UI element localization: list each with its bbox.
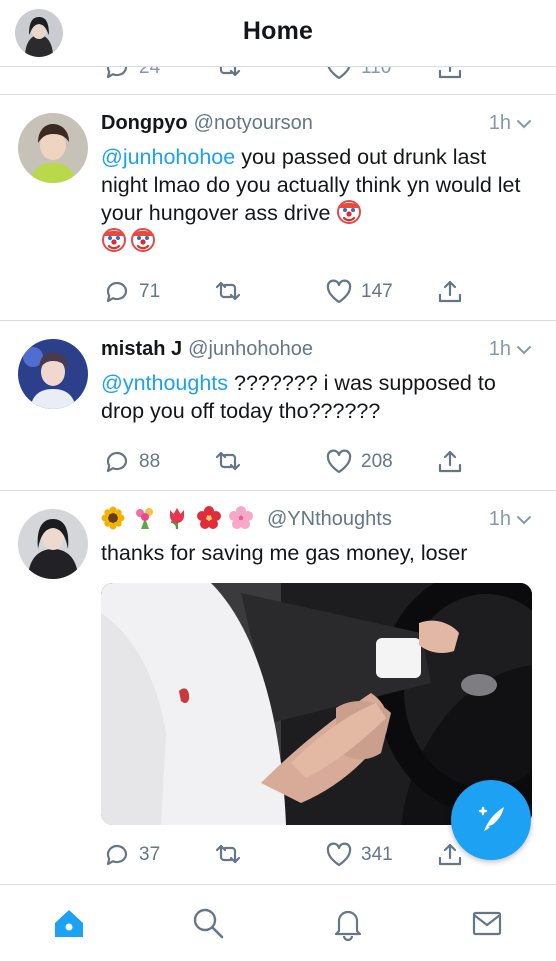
tweet-header: @YNthoughts 1h — [101, 505, 534, 533]
reply-button[interactable]: 24 — [103, 66, 160, 82]
retweet-icon — [215, 451, 241, 471]
reply-icon — [106, 66, 128, 79]
compose-feather-icon — [478, 806, 504, 831]
tweet-header: mistah J @junhohohoe 1h — [101, 335, 534, 363]
tweet-header: Dongpyo @notyourson 1h — [101, 109, 534, 137]
retweet-button[interactable] — [214, 841, 242, 869]
reply-count: 37 — [139, 844, 161, 865]
display-name[interactable]: Dongpyo — [101, 112, 188, 134]
avatar[interactable] — [18, 509, 88, 579]
search-icon — [193, 908, 224, 939]
tab-home[interactable] — [51, 905, 87, 941]
compose-tweet-button[interactable] — [451, 780, 531, 860]
sunflower-icon — [101, 506, 125, 530]
like-button[interactable]: 341 — [325, 841, 393, 869]
display-name[interactable] — [101, 506, 261, 530]
timestamp: 1h — [488, 338, 511, 360]
reply-button[interactable]: 88 — [103, 448, 160, 476]
user-handle[interactable]: @notyourson — [194, 112, 313, 134]
tweet-actions: 71 147 — [101, 278, 481, 308]
home-icon — [55, 910, 83, 937]
share-icon — [438, 66, 462, 79]
tweet-text: thanks for saving me gas money, loser — [101, 541, 468, 565]
tweet-text: @ynthoughts ??????? i was supposed to dr… — [101, 369, 534, 425]
tweet-actions: 37 341 — [101, 841, 481, 871]
tweet-actions: 88 208 — [101, 448, 481, 478]
tab-messages[interactable] — [469, 905, 505, 941]
bouquet-icon — [136, 508, 153, 529]
tweet-text: @junhohohoe you passed out drunk last ni… — [101, 143, 534, 255]
mention-link[interactable]: @ynthoughts — [101, 371, 228, 395]
tweet-time: 1h — [489, 335, 534, 363]
user-handle[interactable]: @YNthoughts — [267, 508, 392, 530]
share-button[interactable] — [436, 66, 464, 82]
retweet-icon — [215, 66, 241, 77]
avatar[interactable] — [18, 113, 88, 183]
like-button[interactable]: 208 — [325, 448, 393, 476]
like-count: 147 — [361, 281, 393, 302]
tweet[interactable]: mistah J @junhohohoe 1h @ynthoughts ?????… — [0, 321, 556, 491]
like-count: 208 — [361, 451, 393, 472]
chevron-down-icon[interactable] — [514, 510, 534, 530]
share-button[interactable] — [436, 278, 464, 306]
clown-face-icon — [130, 227, 156, 253]
retweet-button[interactable] — [214, 278, 242, 306]
tweet[interactable]: Dongpyo @notyourson 1h @junhohohoe you pa… — [0, 95, 556, 321]
messages-icon — [472, 911, 502, 936]
reply-count: 24 — [139, 66, 161, 78]
heart-icon — [326, 449, 352, 474]
hibiscus-icon — [197, 506, 221, 529]
chevron-down-icon[interactable] — [514, 114, 534, 134]
retweet-icon — [215, 844, 241, 864]
tweet-time: 1h — [489, 109, 534, 137]
user-handle[interactable]: @junhohohoe — [188, 338, 313, 360]
mention-link[interactable]: @junhohohoe — [101, 145, 235, 169]
heart-icon — [326, 279, 352, 304]
heart-icon — [326, 842, 352, 867]
cherry-blossom-icon — [229, 506, 253, 529]
chevron-down-icon[interactable] — [514, 340, 534, 360]
like-count: 110 — [361, 66, 392, 78]
display-name[interactable]: mistah J — [101, 338, 182, 360]
top-header: Home — [0, 0, 556, 67]
timestamp: 1h — [488, 508, 511, 530]
reply-button[interactable]: 71 — [103, 278, 160, 306]
retweet-button[interactable] — [214, 66, 242, 82]
timestamp: 1h — [488, 112, 511, 134]
share-icon — [438, 280, 462, 303]
avatar[interactable] — [18, 339, 88, 409]
notifications-icon — [334, 910, 362, 942]
heart-icon — [326, 66, 352, 80]
like-count: 341 — [361, 844, 393, 865]
share-icon — [438, 450, 462, 473]
clown-face-icon — [337, 199, 362, 225]
reply-count: 71 — [139, 281, 161, 302]
retweet-icon — [215, 281, 241, 301]
reply-icon — [106, 281, 128, 303]
tab-search[interactable] — [190, 905, 226, 941]
tab-notifications[interactable] — [330, 905, 366, 942]
clown-face-icon — [101, 227, 127, 253]
tweet-time: 1h — [489, 505, 534, 533]
like-button[interactable]: 110 — [325, 66, 391, 82]
reply-icon — [106, 451, 128, 473]
share-button[interactable] — [436, 448, 464, 476]
reply-icon — [106, 844, 128, 866]
reply-button[interactable]: 37 — [103, 841, 160, 869]
retweet-button[interactable] — [214, 448, 242, 476]
reply-count: 88 — [139, 451, 161, 472]
bottom-tab-bar — [0, 884, 556, 961]
like-button[interactable]: 147 — [325, 278, 393, 306]
page-title: Home — [242, 17, 314, 45]
tulip-icon — [170, 508, 184, 529]
previous-tweet-actions: 24 110 — [0, 66, 556, 95]
